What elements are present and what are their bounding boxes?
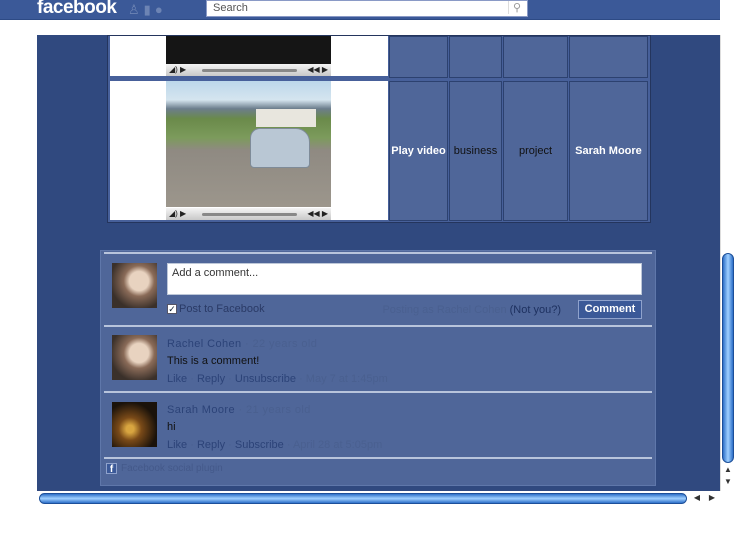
- car-image: [250, 128, 310, 168]
- comment-text: This is a comment!: [167, 355, 260, 367]
- seek-slider[interactable]: [202, 213, 297, 216]
- comment-input[interactable]: Add a comment...: [167, 263, 642, 295]
- checkbox-icon[interactable]: ✓: [167, 304, 177, 314]
- scroll-up-icon[interactable]: ▲: [721, 465, 735, 474]
- scroll-left-icon[interactable]: ◀: [690, 493, 704, 502]
- top-bar: facebook ♙▮● Search ⚲: [0, 0, 720, 20]
- divider: [104, 391, 652, 393]
- table-cell: [449, 36, 502, 78]
- scroll-thumb[interactable]: [722, 253, 734, 463]
- video-cell: ◢) ▶ ◀◀ ▶: [110, 36, 388, 76]
- author-link[interactable]: Sarah Moore: [167, 404, 235, 416]
- table-cell: [503, 36, 568, 78]
- video-table: ◢) ▶ ◀◀ ▶ ◢) ▶ ◀◀ ▶ Play video business pr…: [107, 35, 651, 223]
- type-cell: project: [503, 81, 568, 221]
- friends-icon[interactable]: ♙: [128, 2, 144, 17]
- video-player[interactable]: ◢) ▶ ◀◀ ▶: [166, 36, 331, 76]
- plugin-label[interactable]: Facebook social plugin: [121, 463, 223, 474]
- scroll-down-icon[interactable]: ▼: [721, 477, 735, 486]
- social-plugin-footer: f Facebook social plugin: [106, 463, 223, 475]
- facebook-logo[interactable]: facebook: [37, 0, 117, 19]
- avatar: [112, 263, 157, 308]
- page-content: ◢) ▶ ◀◀ ▶ ◢) ▶ ◀◀ ▶ Play video business pr…: [37, 35, 720, 491]
- comment-text: hi: [167, 421, 176, 433]
- category-cell: business: [449, 81, 502, 221]
- comment-actions: Like · Reply · Unsubscribe · May 7 at 1:…: [167, 373, 388, 385]
- comment-time[interactable]: April 28 at 5:05pm: [293, 439, 382, 451]
- search-icon[interactable]: ⚲: [507, 1, 521, 14]
- search-placeholder: Search: [213, 2, 248, 14]
- reply-link[interactable]: Reply: [197, 439, 225, 451]
- avatar: [112, 335, 157, 380]
- author-age: 21 years old: [245, 404, 311, 416]
- table-cell: [569, 36, 648, 78]
- posting-as: Posting as Rachel Cohen (Not you?): [382, 304, 561, 316]
- author-link[interactable]: Rachel Cohen: [167, 338, 242, 350]
- video-controls[interactable]: ◢) ▶ ◀◀ ▶: [166, 208, 331, 220]
- divider: [104, 325, 652, 327]
- divider: [104, 252, 652, 254]
- jewel-icons: ♙▮●: [128, 2, 167, 18]
- search-input[interactable]: Search ⚲: [206, 0, 528, 17]
- video-thumbnail: [166, 81, 331, 207]
- divider: [104, 457, 652, 459]
- like-link[interactable]: Like: [167, 439, 187, 451]
- comment-author: Rachel Cohen · 22 years old: [167, 338, 318, 350]
- notifications-globe-icon[interactable]: ●: [155, 2, 167, 17]
- author-age: 22 years old: [252, 338, 318, 350]
- messages-icon[interactable]: ▮: [144, 2, 155, 17]
- video-cell: ◢) ▶ ◀◀ ▶: [110, 81, 388, 220]
- reply-link[interactable]: Reply: [197, 373, 225, 385]
- video-player[interactable]: ◢) ▶ ◀◀ ▶: [166, 81, 331, 220]
- horizontal-scrollbar[interactable]: ◀ ▶: [37, 491, 720, 506]
- video-controls[interactable]: ◢) ▶ ◀◀ ▶: [166, 64, 331, 76]
- subscribe-link[interactable]: Subscribe: [235, 439, 284, 451]
- scroll-right-icon[interactable]: ▶: [705, 493, 719, 502]
- seek-slider[interactable]: [202, 69, 297, 72]
- comments-widget: Add a comment... ✓ Post to Facebook Posti…: [100, 250, 656, 486]
- avatar: [112, 402, 157, 447]
- comment-actions: Like · Reply · Subscribe · April 28 at 5…: [167, 439, 383, 451]
- checkbox-label: Post to Facebook: [179, 303, 265, 315]
- posting-as-text: Posting as Rachel Cohen: [382, 304, 507, 316]
- unsubscribe-link[interactable]: Unsubscribe: [235, 373, 296, 385]
- comment-button[interactable]: Comment: [578, 300, 642, 319]
- scroll-thumb[interactable]: [39, 493, 687, 504]
- author-cell: Sarah Moore: [569, 81, 648, 221]
- play-video-cell[interactable]: Play video: [389, 81, 448, 221]
- post-to-facebook-checkbox[interactable]: ✓ Post to Facebook: [167, 303, 265, 315]
- comment-author: Sarah Moore · 21 years old: [167, 404, 311, 416]
- not-you-link[interactable]: (Not you?): [510, 304, 561, 316]
- table-cell: [389, 36, 448, 78]
- comment-time[interactable]: May 7 at 1:45pm: [306, 373, 388, 385]
- facebook-f-icon[interactable]: f: [106, 463, 117, 475]
- vertical-scrollbar[interactable]: ▲ ▼: [720, 35, 735, 491]
- like-link[interactable]: Like: [167, 373, 187, 385]
